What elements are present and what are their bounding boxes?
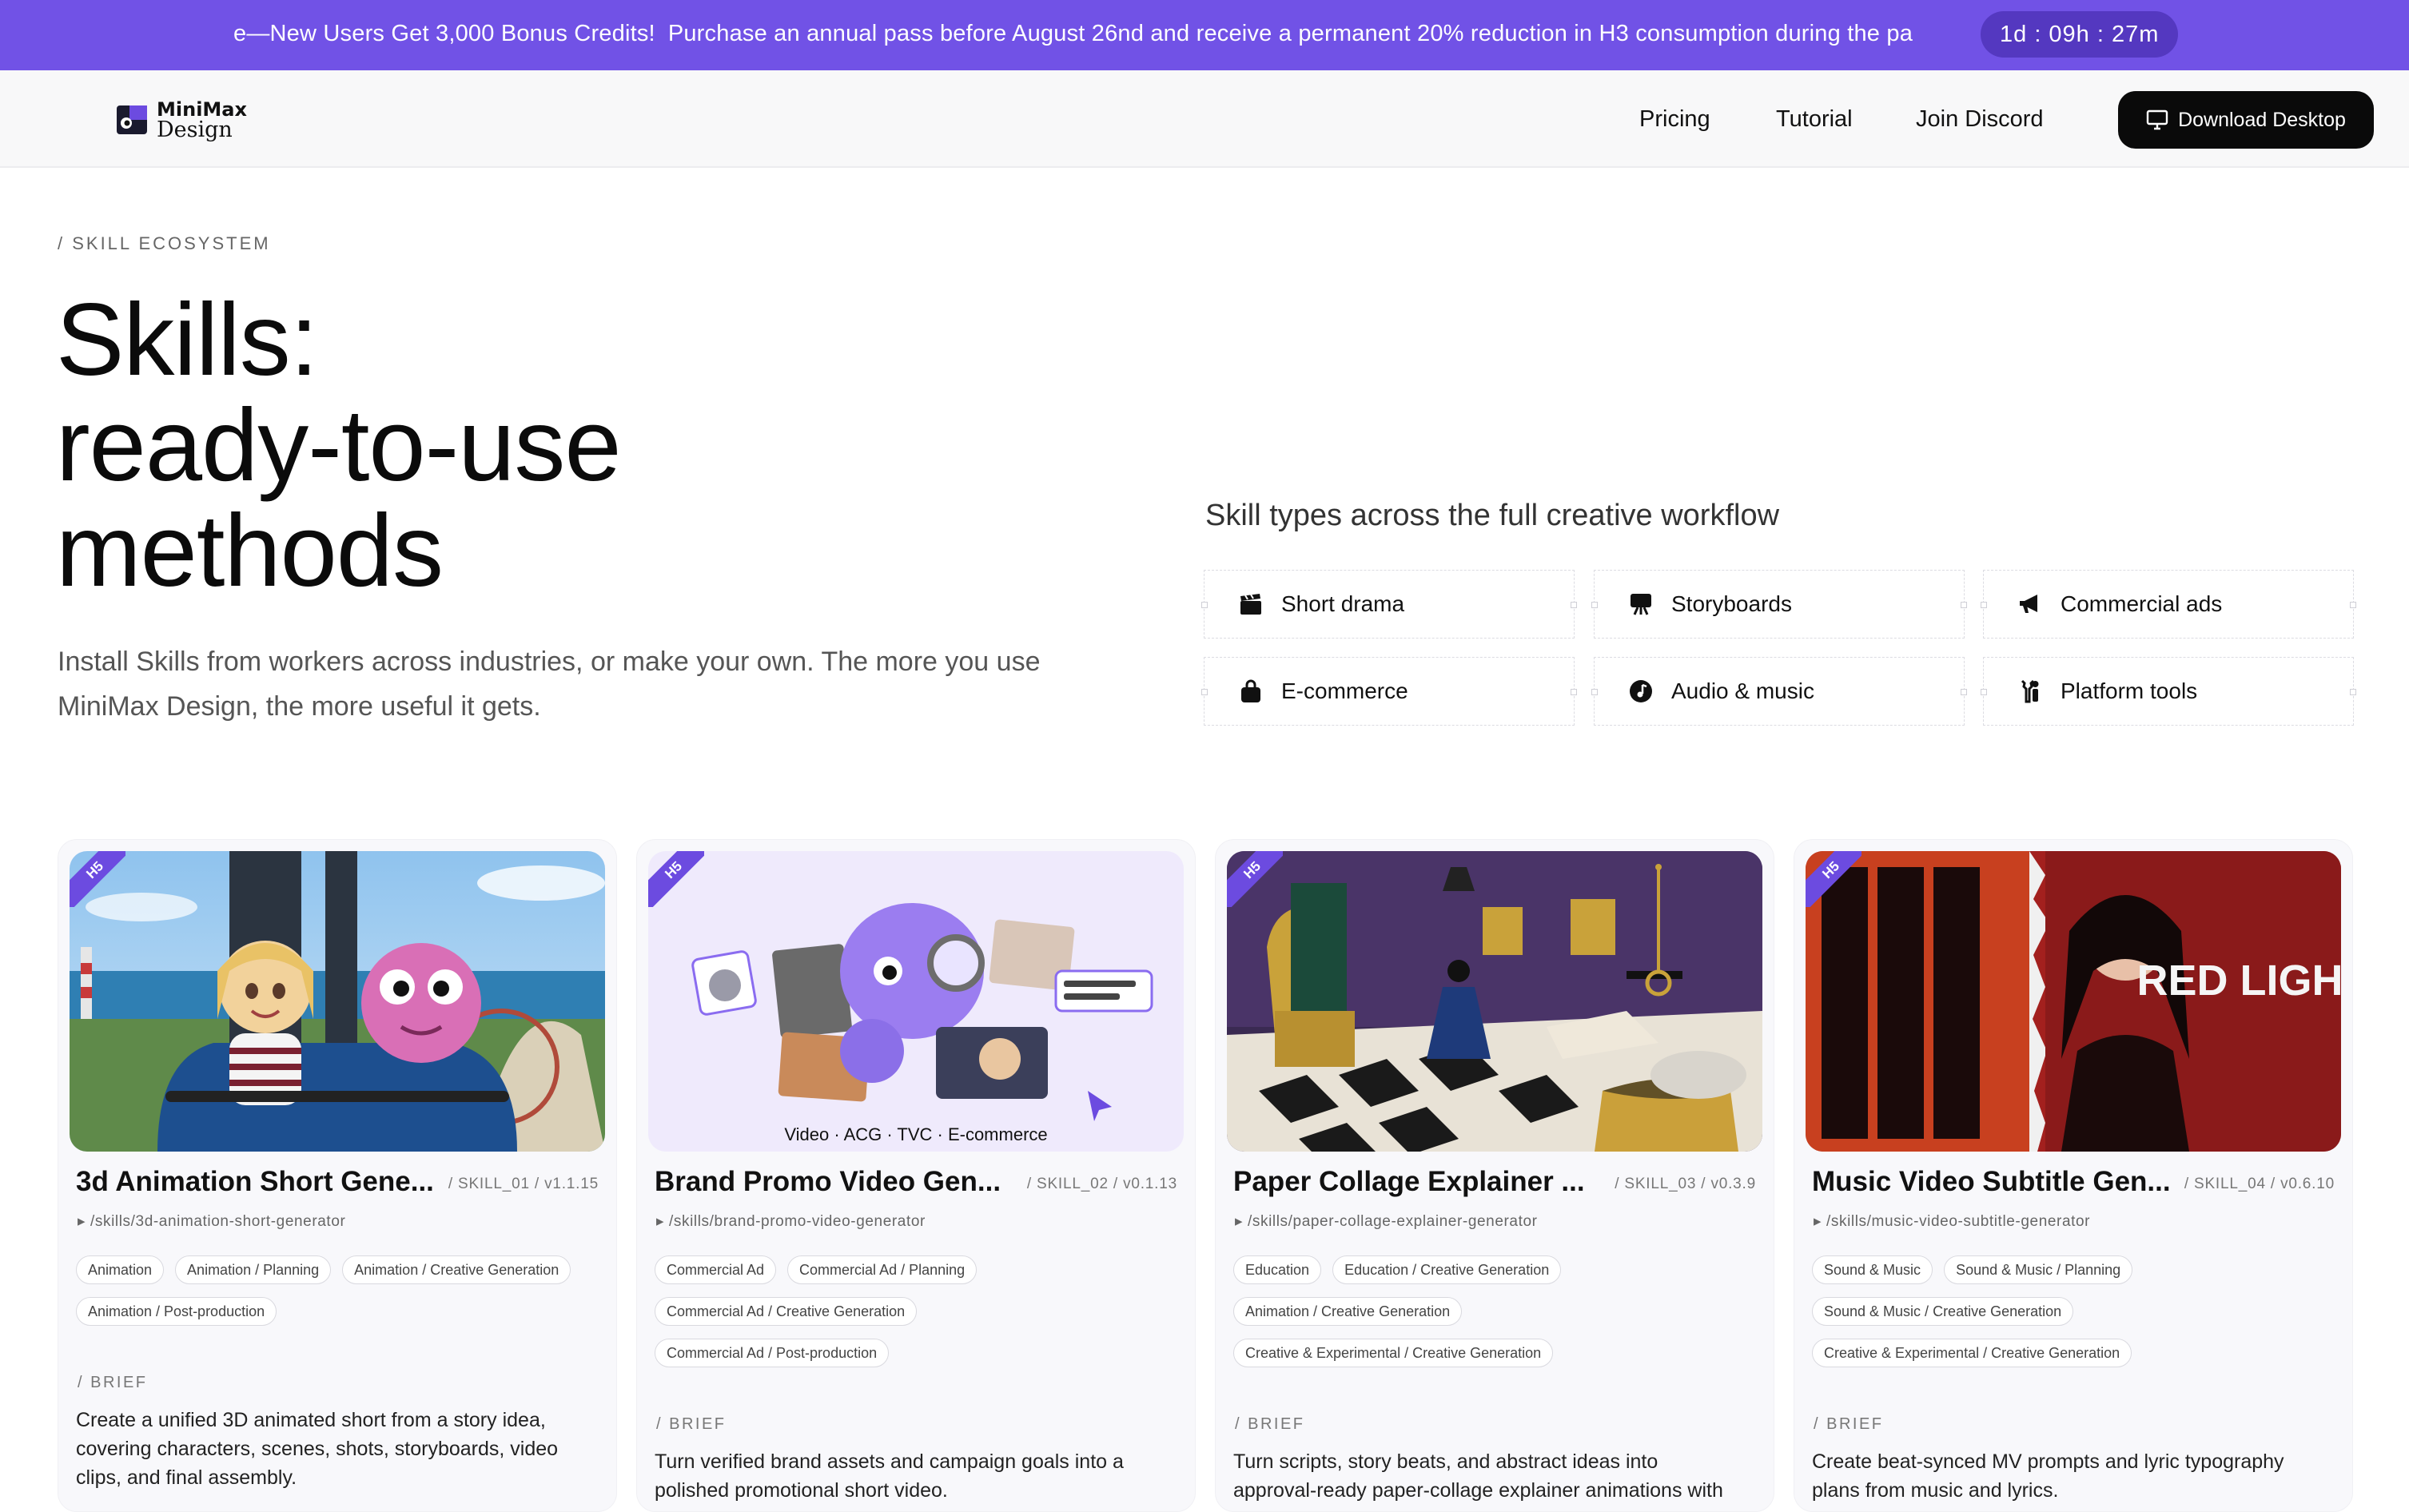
skill-type-storyboards[interactable]: Storyboards [1591, 570, 1967, 639]
card-thumbnail: Video · ACG · TVC · E-commerce H5 [648, 851, 1184, 1152]
card-tags: Sound & Music Sound & Music / Planning S… [1812, 1255, 2228, 1367]
logo[interactable]: MiniMax Design [113, 99, 247, 141]
brief-label: / BRIEF [656, 1415, 727, 1433]
download-desktop-button[interactable]: Download Desktop [2118, 91, 2374, 149]
megaphone-icon [2016, 590, 2045, 619]
promo-banner-text: e—New Users Get 3,000 Bonus Credits! Purc… [233, 21, 1913, 46]
tag[interactable]: Animation / Creative Generation [342, 1255, 571, 1284]
skill-type-platform-tools[interactable]: Platform tools [1981, 657, 2356, 726]
tag[interactable]: Commercial Ad / Post-production [655, 1339, 890, 1367]
tools-icon [2016, 677, 2045, 706]
tag[interactable]: Commercial Ad [655, 1255, 777, 1284]
card-thumbnail: H5 [1227, 851, 1762, 1152]
card-path: ▸ /skills/music-video-subtitle-generator [1814, 1213, 2091, 1230]
card-version: / SKILL_01 / v1.1.15 [448, 1176, 599, 1192]
tag[interactable]: Sound & Music / Creative Generation [1812, 1297, 2074, 1326]
logo-mark-icon [113, 101, 152, 139]
logo-text-line2: Design [157, 117, 233, 142]
thumb-caption: Video · ACG · TVC · E-commerce [784, 1124, 1047, 1144]
hero-description: Install Skills from workers across indus… [58, 647, 1041, 722]
tag[interactable]: Sound & Music / Planning [1944, 1255, 2133, 1284]
card-path: ▸ /skills/3d-animation-short-generator [78, 1213, 346, 1230]
nav-tutorial[interactable]: Tutorial [1776, 70, 1853, 168]
skill-card-3d-animation[interactable]: H5 3d Animation Short Gene... / SKILL_01… [58, 839, 617, 1512]
card-version: / SKILL_04 / v0.6.10 [2184, 1176, 2335, 1192]
section-eyebrow: / SKILL ECOSYSTEM [58, 233, 271, 253]
card-tags: Animation Animation / Planning Animation… [76, 1255, 603, 1326]
brief-label: / BRIEF [1235, 1415, 1305, 1433]
h5-ribbon: H5 [648, 851, 704, 907]
tag[interactable]: Education / Creative Generation [1332, 1255, 1562, 1284]
tag[interactable]: Creative & Experimental / Creative Gener… [1812, 1339, 2132, 1367]
skill-type-e-commerce[interactable]: E-commerce [1201, 657, 1577, 726]
h5-ribbon: H5 [70, 851, 125, 907]
tag[interactable]: Creative & Experimental / Creative Gener… [1233, 1339, 1554, 1367]
tag[interactable]: Commercial Ad / Creative Generation [655, 1297, 918, 1326]
page-title: Skills: ready-to-use methods [56, 283, 622, 608]
shopping-bag-icon [1236, 677, 1265, 706]
tag[interactable]: Education [1233, 1255, 1322, 1284]
card-thumbnail: RED LIGHT H5 [1806, 851, 2341, 1152]
card-brief: Turn verified brand assets and campaign … [655, 1450, 1124, 1502]
card-brief: Turn scripts, story beats, and abstract … [1233, 1450, 1723, 1502]
skill-type-short-drama[interactable]: Short drama [1201, 570, 1577, 639]
tag[interactable]: Animation / Creative Generation [1233, 1297, 1463, 1326]
site-header: MiniMax Design Pricing Tutorial Join Dis… [0, 70, 2409, 168]
brief-label: / BRIEF [78, 1374, 148, 1391]
tag[interactable]: Animation [76, 1255, 165, 1284]
tag[interactable]: Sound & Music [1812, 1255, 1933, 1284]
h5-ribbon: H5 [1806, 851, 1862, 907]
card-brief: Create beat-synced MV prompts and lyric … [1812, 1450, 2284, 1502]
thumb-title-text: RED LIGHT [2137, 957, 2342, 1005]
clapperboard-icon [1236, 590, 1265, 619]
skill-card-paper-collage[interactable]: H5 Paper Collage Explainer ... / SKILL_0… [1215, 839, 1774, 1512]
skill-card-music-video[interactable]: RED LIGHT H5 Music Video Subtitle Gen...… [1794, 839, 2353, 1512]
card-title[interactable]: Brand Promo Video Gen... [655, 1166, 1014, 1198]
download-desktop-label: Download Desktop [2178, 108, 2346, 131]
promo-banner[interactable]: e—New Users Get 3,000 Bonus Credits! Purc… [0, 0, 2409, 70]
monitor-icon [2146, 109, 2168, 130]
h5-ribbon: H5 [1227, 851, 1283, 907]
card-path: ▸ /skills/brand-promo-video-generator [656, 1213, 926, 1230]
nav-pricing[interactable]: Pricing [1639, 70, 1710, 168]
skill-types-title: Skill types across the full creative wor… [1205, 499, 1780, 532]
skill-type-commercial-ads[interactable]: Commercial ads [1981, 570, 2356, 639]
card-title[interactable]: Paper Collage Explainer ... [1233, 1166, 1593, 1198]
countdown-timer: 1d : 09h : 27m [1981, 11, 2179, 58]
tag[interactable]: Commercial Ad / Planning [787, 1255, 978, 1284]
music-note-icon [1627, 677, 1655, 706]
skill-card-brand-promo[interactable]: Video · ACG · TVC · E-commerce H5 Brand … [636, 839, 1196, 1512]
skill-type-audio-music[interactable]: Audio & music [1591, 657, 1967, 726]
tag[interactable]: Animation / Post-production [76, 1297, 277, 1326]
card-brief: Create a unified 3D animated short from … [76, 1409, 559, 1489]
tag[interactable]: Animation / Planning [175, 1255, 332, 1284]
card-thumbnail: H5 [70, 851, 605, 1152]
card-title[interactable]: Music Video Subtitle Gen... [1812, 1166, 2172, 1198]
card-version: / SKILL_03 / v0.3.9 [1615, 1176, 1756, 1192]
easel-icon [1627, 590, 1655, 619]
card-tags: Education Education / Creative Generatio… [1233, 1255, 1649, 1367]
nav-join-discord[interactable]: Join Discord [1916, 70, 2044, 168]
brief-label: / BRIEF [1814, 1415, 1884, 1433]
card-version: / SKILL_02 / v0.1.13 [1026, 1176, 1177, 1192]
card-title[interactable]: 3d Animation Short Gene... [76, 1166, 436, 1198]
card-path: ▸ /skills/paper-collage-explainer-genera… [1235, 1213, 1538, 1230]
card-tags: Commercial Ad Commercial Ad / Planning C… [655, 1255, 1070, 1367]
